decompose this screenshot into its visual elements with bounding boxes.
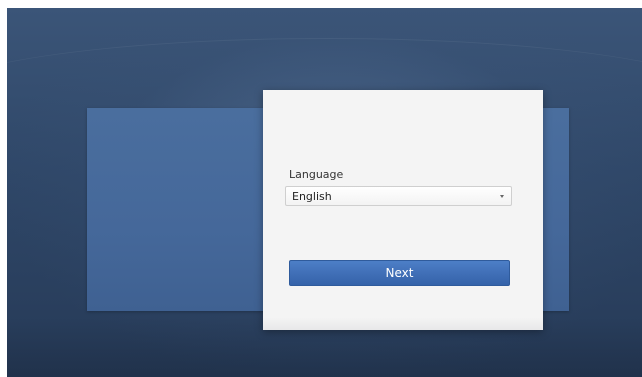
language-select[interactable]: English — [285, 186, 512, 206]
next-button[interactable]: Next — [289, 260, 510, 286]
language-label: Language — [289, 168, 344, 181]
screen: Language English Next — [0, 0, 642, 377]
language-dialog: Language English Next — [263, 90, 543, 330]
desktop-background: Language English Next — [7, 8, 642, 377]
chevron-down-icon — [500, 195, 504, 198]
language-select-value: English — [292, 190, 332, 203]
